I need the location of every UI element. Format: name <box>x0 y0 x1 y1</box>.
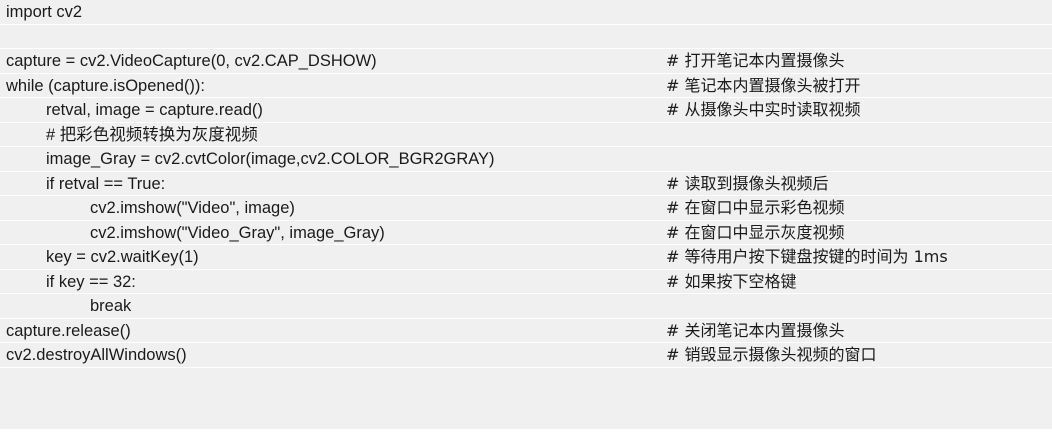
code-comment: # 如果按下空格键 <box>666 271 797 291</box>
code-text: cv2.imshow("Video_Gray", image_Gray) <box>90 223 385 242</box>
code-text: if key == 32: <box>46 272 136 291</box>
code-comment: # 读取到摄像头视频后 <box>666 173 829 193</box>
code-block: import cv2 capture = cv2.VideoCapture(0,… <box>0 0 1052 429</box>
code-comment: # 关闭笔记本内置摄像头 <box>666 320 845 340</box>
code-comment: # 销毁显示摄像头视频的窗口 <box>666 345 877 364</box>
code-text: capture.release() <box>6 321 131 340</box>
code-line: import cv2 <box>0 0 1052 25</box>
code-text: cv2.destroyAllWindows() <box>6 346 187 364</box>
code-text: break <box>90 297 132 315</box>
code-line: if retval == True: # 读取到摄像头视频后 <box>0 172 1052 196</box>
code-line: break <box>0 294 1052 319</box>
code-comment: # 打开笔记本内置摄像头 <box>666 51 845 70</box>
code-line: while (capture.isOpened()): # 笔记本内置摄像头被打… <box>0 74 1052 98</box>
code-text: # 把彩色视频转换为灰度视频 <box>46 125 258 144</box>
code-text: retval, image = capture.read() <box>46 101 263 119</box>
code-line <box>0 25 1052 49</box>
code-line: capture = cv2.VideoCapture(0, cv2.CAP_DS… <box>0 49 1052 74</box>
code-line: # 把彩色视频转换为灰度视频 <box>0 123 1052 147</box>
code-line: cv2.destroyAllWindows() # 销毁显示摄像头视频的窗口 <box>0 343 1052 368</box>
code-comment: # 在窗口中显示彩色视频 <box>666 198 845 217</box>
code-text: key = cv2.waitKey(1) <box>46 248 199 266</box>
code-text: image_Gray = cv2.cvtColor(image,cv2.COLO… <box>46 150 495 168</box>
code-line: capture.release() # 关闭笔记本内置摄像头 <box>0 319 1052 343</box>
code-text: cv2.imshow("Video", image) <box>90 199 295 217</box>
code-line: retval, image = capture.read() # 从摄像头中实时… <box>0 98 1052 123</box>
code-text: if retval == True: <box>46 174 166 193</box>
code-comment: # 从摄像头中实时读取视频 <box>666 100 861 119</box>
code-line: if key == 32: # 如果按下空格键 <box>0 270 1052 294</box>
code-line: cv2.imshow("Video_Gray", image_Gray) # 在… <box>0 221 1052 245</box>
code-text: import cv2 <box>6 3 83 21</box>
code-line: image_Gray = cv2.cvtColor(image,cv2.COLO… <box>0 147 1052 172</box>
code-line: key = cv2.waitKey(1) # 等待用户按下键盘按键的时间为 1m… <box>0 245 1052 270</box>
code-comment: # 等待用户按下键盘按键的时间为 1ms <box>666 247 948 266</box>
code-line: cv2.imshow("Video", image) # 在窗口中显示彩色视频 <box>0 196 1052 221</box>
code-comment: # 笔记本内置摄像头被打开 <box>666 75 861 95</box>
code-text: while (capture.isOpened()): <box>6 76 205 95</box>
code-text: capture = cv2.VideoCapture(0, cv2.CAP_DS… <box>6 52 377 70</box>
code-comment: # 在窗口中显示灰度视频 <box>666 222 845 242</box>
